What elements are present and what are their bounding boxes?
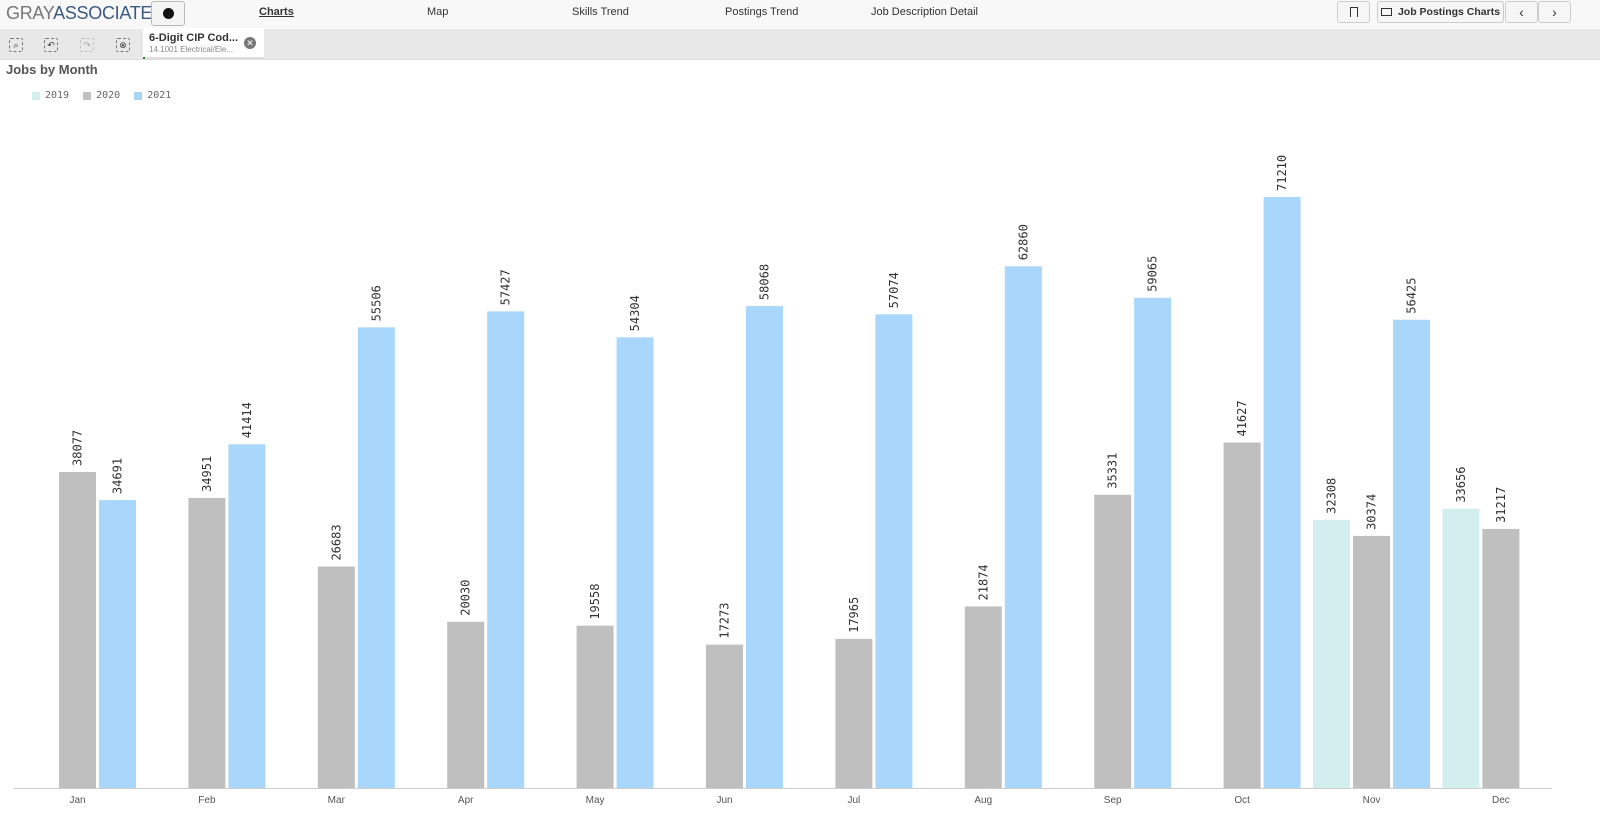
- data-label: 57427: [499, 269, 513, 305]
- bar-2020-Dec[interactable]: [1482, 528, 1520, 788]
- bar-2021-May[interactable]: [616, 337, 654, 788]
- data-label: 19558: [588, 584, 602, 620]
- x-tick-label: Sep: [1104, 795, 1122, 806]
- bar-2019-Nov[interactable]: [1313, 519, 1350, 788]
- x-tick-label: May: [586, 795, 605, 806]
- bar-2019-Dec[interactable]: [1442, 508, 1480, 788]
- data-label: 41414: [240, 402, 254, 438]
- data-label: 21874: [976, 564, 990, 600]
- data-label: 58068: [758, 264, 772, 300]
- data-label: 38077: [71, 430, 85, 466]
- bar-2020-Sep[interactable]: [1094, 494, 1132, 788]
- data-label: 57074: [887, 272, 901, 308]
- data-label: 71210: [1275, 155, 1289, 191]
- bar-2020-Apr[interactable]: [447, 621, 485, 788]
- bar-2020-Feb[interactable]: [188, 497, 226, 788]
- bar-2021-Jan[interactable]: [99, 500, 136, 788]
- x-tick-label: Mar: [328, 795, 346, 806]
- bar-2021-Feb[interactable]: [228, 444, 266, 788]
- data-label: 34691: [111, 458, 125, 494]
- data-label: 26683: [329, 524, 343, 560]
- bar-2020-Oct[interactable]: [1223, 442, 1261, 788]
- x-tick-label: Jul: [848, 795, 861, 806]
- data-label: 62860: [1016, 224, 1030, 260]
- data-label: 54304: [628, 295, 642, 331]
- bar-2021-Aug[interactable]: [1004, 266, 1042, 789]
- x-tick-label: Nov: [1363, 795, 1381, 806]
- bar-2020-Jan[interactable]: [59, 471, 96, 788]
- bar-2020-May[interactable]: [576, 625, 614, 788]
- data-label: 55506: [369, 285, 383, 321]
- x-tick-label: Aug: [974, 795, 992, 806]
- bar-chart: 38077 34691 Jan 34951 41414 Feb 26683 55506 Mar 2…: [14, 155, 1552, 806]
- data-label: 41627: [1235, 400, 1249, 436]
- bar-2021-Mar[interactable]: [357, 327, 395, 788]
- bar-2020-Jun[interactable]: [706, 644, 743, 788]
- x-tick-label: Dec: [1492, 795, 1510, 806]
- x-tick-label: Jan: [69, 795, 85, 806]
- data-label: 17273: [718, 603, 732, 639]
- bar-2020-Nov[interactable]: [1353, 535, 1390, 788]
- data-label: 35331: [1106, 453, 1120, 489]
- data-label: 32308: [1325, 478, 1339, 514]
- bar-2021-Apr[interactable]: [487, 311, 525, 788]
- bar-2021-Nov[interactable]: [1393, 319, 1430, 788]
- bar-2021-Oct[interactable]: [1263, 197, 1301, 788]
- bar-2021-Sep[interactable]: [1134, 297, 1172, 788]
- data-label: 20030: [459, 580, 473, 616]
- data-label: 34951: [200, 456, 214, 492]
- bar-2021-Jun[interactable]: [746, 306, 783, 788]
- x-tick-label: Jun: [716, 795, 732, 806]
- x-tick-label: Oct: [1234, 795, 1250, 806]
- data-label: 33656: [1454, 467, 1468, 503]
- data-label: 56425: [1405, 278, 1419, 314]
- data-label: 59065: [1146, 256, 1160, 292]
- data-label: 17965: [847, 597, 861, 633]
- bar-2020-Aug[interactable]: [964, 606, 1002, 788]
- data-label: 30374: [1365, 494, 1379, 530]
- data-label: 31217: [1494, 487, 1508, 523]
- bar-2020-Mar[interactable]: [317, 566, 355, 788]
- x-tick-label: Feb: [198, 795, 216, 806]
- bar-2021-Jul[interactable]: [875, 314, 913, 788]
- x-tick-label: Apr: [458, 795, 474, 806]
- bar-2020-Jul[interactable]: [835, 638, 873, 788]
